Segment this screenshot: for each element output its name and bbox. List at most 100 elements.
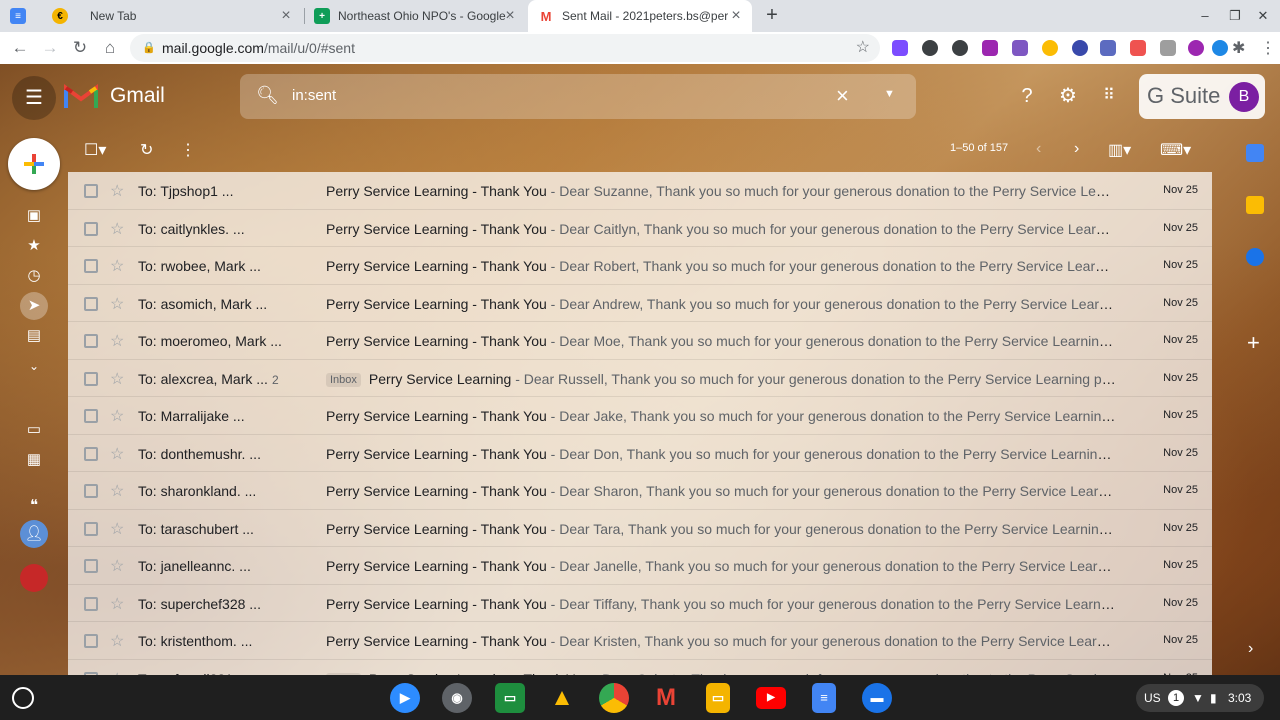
mail-row[interactable]: ☆ To: rwobee, Mark ... Perry Service Learn… — [68, 247, 1212, 285]
select-all-checkbox-icon[interactable]: ☐▾ — [84, 140, 106, 160]
older-page-icon[interactable]: › — [1074, 140, 1079, 158]
star-icon[interactable]: ☆ — [110, 556, 124, 576]
extension-arrow-icon[interactable] — [1130, 40, 1146, 56]
extension-purple-icon[interactable] — [892, 40, 908, 56]
hangouts-user-avatar[interactable]: 👤︎ — [20, 520, 48, 548]
mail-row[interactable]: ☆ To: asomich, Mark ... Perry Service Lear… — [68, 284, 1212, 322]
search-options-icon[interactable]: ▼ — [884, 88, 895, 100]
extension-blue-icon[interactable] — [1212, 40, 1228, 56]
clear-search-icon[interactable]: × — [836, 83, 849, 109]
chrome-icon[interactable] — [599, 683, 629, 713]
mail-row[interactable]: ☆ To: caitlynkles. ... Perry Service Learn… — [68, 209, 1212, 247]
row-checkbox[interactable] — [84, 634, 98, 648]
row-checkbox[interactable] — [84, 559, 98, 573]
compose-button[interactable] — [8, 138, 60, 190]
split-pane-icon[interactable]: ▥▾ — [1108, 140, 1131, 160]
row-checkbox[interactable] — [84, 521, 98, 536]
search-icon[interactable]: 🔍︎ — [256, 85, 279, 106]
meet-video-icon[interactable]: ▭ — [20, 416, 48, 444]
tab-google-docs[interactable]: ≡ — [10, 0, 44, 32]
apps-grid-icon[interactable]: ⠿ — [1097, 84, 1121, 108]
star-icon[interactable]: ☆ — [110, 519, 124, 539]
sent-icon[interactable]: ➤ — [20, 292, 48, 320]
address-bar[interactable]: 🔒 mail.google.com/mail/u/0/#sent ☆ — [130, 34, 880, 62]
extension-grid-icon[interactable] — [1160, 40, 1176, 56]
mail-row[interactable]: ☆ To: alexcrea, Mark ... 2 Inbox Perry Servi… — [68, 359, 1212, 397]
minimize-icon[interactable]: – — [1196, 8, 1214, 23]
extension-puzzle-icon[interactable] — [982, 40, 998, 56]
tab-close-icon[interactable]: × — [278, 8, 294, 24]
main-menu-icon[interactable]: ☰ — [12, 76, 56, 120]
bookmark-star-icon[interactable]: ☆ — [856, 34, 870, 62]
row-checkbox[interactable] — [84, 259, 98, 273]
row-checkbox[interactable] — [84, 409, 98, 423]
tab-close-icon[interactable]: × — [728, 8, 744, 24]
help-icon[interactable]: ? — [1015, 84, 1039, 108]
calendar-icon[interactable] — [1246, 144, 1264, 162]
close-window-icon[interactable]: ✕ — [1254, 8, 1272, 24]
star-icon[interactable]: ☆ — [110, 594, 124, 614]
star-icon[interactable]: ☆ — [110, 219, 124, 239]
search-input[interactable]: in:sent — [292, 87, 336, 104]
home-icon[interactable]: ⌂ — [100, 38, 120, 58]
settings-gear-icon[interactable]: ⚙ — [1056, 84, 1080, 108]
keep-icon[interactable] — [1246, 196, 1264, 214]
browser-menu-icon[interactable]: ⋮ — [1260, 38, 1276, 58]
zoom-icon[interactable]: ▶ — [390, 683, 420, 713]
row-checkbox[interactable] — [84, 184, 98, 198]
mail-row[interactable]: ☆ To: Tjpshop1 ... Perry Service Learning … — [68, 172, 1212, 210]
meet-calendar-icon[interactable]: ▦ — [20, 446, 48, 474]
extension-video-icon[interactable] — [1100, 40, 1116, 56]
star-icon[interactable]: ☆ — [110, 331, 124, 351]
mail-row[interactable]: ☆ To: janelleannc. ... Perry Service Learn… — [68, 547, 1212, 585]
row-checkbox[interactable] — [84, 596, 98, 611]
drive-icon[interactable]: ▲ — [547, 683, 577, 713]
star-icon[interactable]: ☆ — [110, 444, 124, 464]
extension-shield-icon[interactable] — [922, 40, 938, 56]
restore-icon[interactable]: ❐ — [1226, 8, 1244, 24]
forward-icon[interactable]: → — [40, 38, 60, 58]
star-icon[interactable]: ☆ — [110, 406, 124, 426]
extension-pen-icon[interactable] — [1012, 40, 1028, 56]
get-addons-icon[interactable]: + — [1247, 330, 1260, 356]
reload-icon[interactable]: ↻ — [70, 38, 90, 58]
star-icon[interactable]: ☆ — [110, 631, 124, 651]
extension-circle-icon[interactable] — [1042, 40, 1058, 56]
row-checkbox[interactable] — [84, 446, 98, 461]
search-bar[interactable]: 🔍︎ in:sent × ▼ — [240, 74, 916, 119]
mail-row[interactable]: ☆ To: kristenthom. ... Perry Service Learn… — [68, 622, 1212, 660]
files-icon[interactable]: ▬ — [862, 683, 892, 713]
classroom-icon[interactable]: ▭ — [495, 683, 525, 713]
drafts-icon[interactable]: ▤ — [20, 322, 48, 350]
row-checkbox[interactable] — [84, 296, 98, 311]
row-checkbox[interactable] — [84, 484, 98, 498]
tab-npo-sheet[interactable]: + Northeast Ohio NPO's - Google S × — [306, 0, 526, 32]
hide-side-panel-icon[interactable]: › — [1248, 640, 1253, 658]
star-icon[interactable]: ☆ — [110, 181, 124, 201]
launcher-icon[interactable] — [12, 687, 34, 709]
star-icon[interactable]: ☆ — [110, 294, 124, 314]
gmail-icon[interactable]: M — [651, 683, 681, 713]
status-tray[interactable]: US 1 ▼ ▮ 3:03 — [1136, 684, 1264, 712]
star-icon[interactable]: ☆ — [110, 369, 124, 389]
mail-row[interactable]: ☆ To: taraschubert ... Perry Service Learn… — [68, 509, 1212, 547]
newer-page-icon[interactable]: ‹ — [1036, 140, 1041, 158]
tasks-icon[interactable] — [1246, 248, 1264, 266]
starred-icon[interactable]: ★ — [20, 232, 48, 260]
tab-new-tab[interactable]: € New Tab × — [52, 0, 302, 32]
star-icon[interactable]: ☆ — [110, 481, 124, 501]
inbox-icon[interactable]: ▣ — [20, 202, 48, 230]
tab-close-icon[interactable]: × — [502, 8, 518, 24]
account-switcher[interactable]: G Suite B — [1139, 74, 1265, 119]
mail-row[interactable]: ☆To: ccfarrell221 ...2InboxPerry Service… — [68, 659, 1212, 675]
star-icon[interactable]: ☆ — [110, 256, 124, 276]
youtube-icon[interactable]: ▶ — [756, 687, 786, 709]
inbox-label[interactable]: Inbox — [326, 372, 361, 387]
more-options-icon[interactable]: ⋮ — [180, 140, 196, 160]
row-checkbox[interactable] — [84, 221, 98, 236]
input-tools-icon[interactable]: ⌨▾ — [1160, 140, 1191, 160]
extension-gear-icon[interactable] — [1072, 40, 1088, 56]
extensions-menu-icon[interactable]: ✱ — [1232, 38, 1245, 58]
new-tab-button[interactable]: + — [762, 5, 782, 26]
tab-sent-mail[interactable]: M Sent Mail - 2021peters.bs@perry × — [528, 0, 752, 32]
